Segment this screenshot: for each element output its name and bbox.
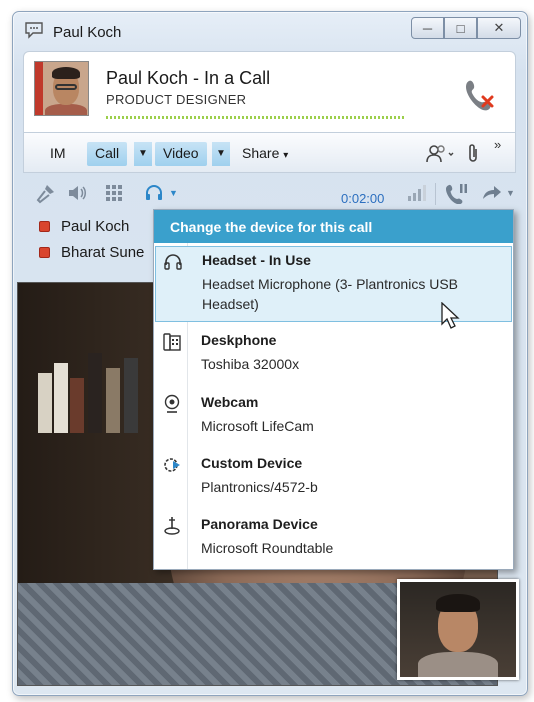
self-view-video[interactable] — [397, 579, 519, 680]
device-name: Panorama Device — [201, 516, 318, 532]
tab-call[interactable]: Call — [87, 142, 128, 166]
presence-busy-icon — [39, 247, 50, 258]
close-button[interactable]: ✕ — [477, 17, 521, 39]
microphone-icon[interactable] — [35, 182, 57, 204]
participant-item[interactable]: Bharat Sune — [39, 244, 144, 261]
conversation-tab-bar: IM Call ▼ Video ▼ Share ▾ » — [23, 133, 516, 173]
deskphone-icon — [163, 333, 181, 351]
chat-bubble-icon — [25, 22, 43, 39]
restore-button[interactable]: □ — [444, 17, 477, 39]
title-bar[interactable]: Paul Koch ─ □ ✕ — [13, 12, 527, 48]
device-name: Headset - In Use — [202, 252, 311, 268]
device-menu-header: Change the device for this call — [154, 210, 513, 243]
device-name: Custom Device — [201, 455, 303, 471]
device-detail: Microsoft Roundtable — [201, 540, 334, 556]
device-dropdown-icon[interactable]: ▼ — [169, 188, 178, 198]
presence-busy-icon — [39, 221, 50, 232]
device-name: Webcam — [201, 394, 259, 410]
participant-name: Paul Koch — [61, 218, 130, 235]
tab-video[interactable]: Video — [155, 142, 207, 166]
share-label: Share — [242, 145, 280, 161]
contact-card: Paul Koch - In a Call PRODUCT DESIGNER — [23, 51, 516, 133]
headset-device-icon[interactable] — [143, 182, 165, 204]
device-item-deskphone[interactable]: Deskphone Toshiba 32000x — [155, 327, 512, 387]
dialpad-icon[interactable] — [103, 182, 125, 204]
tab-im[interactable]: IM — [42, 142, 74, 166]
mouse-cursor-icon — [441, 302, 460, 329]
contact-name-status: Paul Koch - In a Call — [106, 68, 271, 88]
transfer-dropdown-icon[interactable]: ▼ — [506, 188, 515, 198]
device-detail: Toshiba 32000x — [201, 356, 300, 372]
contact-job-title: PRODUCT DESIGNER — [106, 92, 247, 107]
share-caret: ▾ — [283, 150, 289, 161]
webcam-icon — [164, 394, 180, 413]
call-quality-strip — [106, 116, 406, 119]
headset-icon — [164, 254, 182, 270]
device-item-custom[interactable]: Custom Device Plantronics/4572-b — [155, 450, 512, 510]
speaker-icon[interactable] — [66, 182, 88, 204]
more-options-button[interactable]: » — [494, 137, 501, 152]
device-item-panorama[interactable]: Panorama Device Microsoft Roundtable — [155, 511, 512, 571]
participants-icon[interactable] — [425, 143, 455, 165]
call-toolbar: ▼ 0:02:00 ▼ — [23, 173, 516, 211]
device-name: Deskphone — [201, 332, 277, 348]
device-detail: Microsoft LifeCam — [201, 418, 314, 434]
signal-strength-icon — [408, 185, 426, 201]
panorama-device-icon — [164, 517, 180, 535]
call-timer: 0:02:00 — [341, 191, 385, 206]
avatar[interactable] — [34, 61, 89, 116]
hang-up-icon[interactable] — [463, 77, 497, 111]
minimize-button[interactable]: ─ — [411, 17, 444, 39]
custom-device-icon — [164, 458, 180, 472]
participant-item[interactable]: Paul Koch — [39, 218, 129, 235]
toolbar-separator — [435, 183, 436, 205]
device-detail: Plantronics/4572-b — [201, 479, 318, 495]
tab-share[interactable]: Share ▾ — [234, 142, 296, 166]
video-dropdown-icon[interactable]: ▼ — [212, 142, 230, 166]
device-item-webcam[interactable]: Webcam Microsoft LifeCam — [155, 389, 512, 449]
device-menu: Change the device for this call Headset … — [153, 209, 514, 570]
attachment-icon[interactable] — [465, 143, 481, 165]
window-title: Paul Koch — [53, 24, 122, 41]
participant-name: Bharat Sune — [61, 244, 145, 261]
call-dropdown-icon[interactable]: ▼ — [134, 142, 152, 166]
transfer-call-icon[interactable] — [481, 183, 503, 203]
hold-call-icon[interactable] — [445, 182, 469, 204]
